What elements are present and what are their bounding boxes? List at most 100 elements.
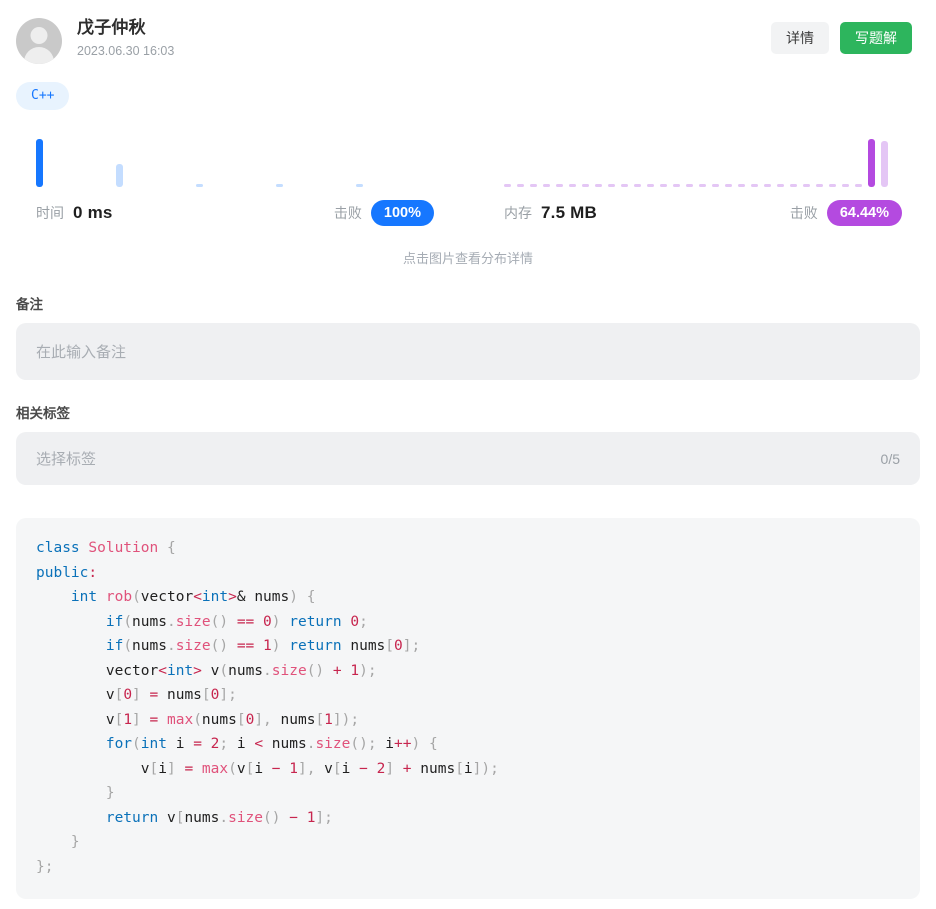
code-token: int [70, 589, 98, 605]
chart-bar [790, 184, 797, 187]
code-token: nums [132, 613, 167, 630]
time-stat-block[interactable]: 时间 0 ms 击败 100% [0, 132, 468, 226]
code-token: Solution [88, 540, 159, 556]
user-avatar-icon[interactable] [16, 18, 62, 64]
detail-button[interactable]: 详情 [771, 22, 829, 54]
source-code-block[interactable]: class Solution {public: int rob(vector<i… [16, 518, 920, 899]
code-token: : [88, 564, 98, 581]
code-token: () [306, 662, 325, 679]
chart-bar [582, 184, 589, 187]
code-token: ) [411, 736, 421, 752]
notes-input[interactable]: 在此输入备注 [16, 323, 920, 380]
code-token: i [228, 736, 255, 752]
chart-hint-text[interactable]: 点击图片查看分布详情 [0, 248, 936, 267]
code-token: . [219, 809, 229, 826]
code-token: == [236, 638, 255, 654]
chart-bar [738, 184, 745, 187]
code-token: [ [201, 687, 211, 703]
code-token: ] [132, 687, 141, 703]
code-token: 1 [123, 711, 133, 728]
code-token: ( [193, 711, 202, 728]
code-token: ); [359, 662, 377, 679]
code-token: > [193, 662, 202, 679]
code-token: v [36, 687, 115, 703]
code-line: }; [36, 855, 900, 880]
memory-distribution-chart[interactable] [504, 132, 902, 187]
code-token: size [175, 638, 211, 654]
code-token: { [428, 736, 438, 752]
code-token: size [315, 736, 351, 752]
code-token: 1 [324, 711, 333, 728]
code-token: . [166, 613, 176, 630]
code-line: if(nums.size() == 0) return 0; [36, 610, 900, 635]
user-name[interactable]: 戊子仲秋 [77, 17, 174, 39]
time-label: 时间 [36, 205, 64, 221]
memory-stat-block[interactable]: 内存 7.5 MB 击败 64.44% [468, 132, 936, 226]
code-token: ) [271, 638, 281, 654]
code-token: v [36, 711, 115, 728]
code-token: ( [132, 736, 141, 752]
chart-bar [276, 184, 283, 187]
chart-bar [868, 139, 875, 187]
code-line: int rob(vector<int>& nums) { [36, 585, 900, 610]
code-token: vector [105, 662, 159, 679]
submission-detail-page: 戊子仲秋 2023.06.30 16:03 详情 写题解 C++ 时间 0 ms… [0, 0, 936, 909]
stats-section: 时间 0 ms 击败 100% 内存 7.5 MB 击败 64.44% [0, 110, 936, 226]
code-line: } [36, 830, 900, 855]
code-line: class Solution { [36, 536, 900, 561]
code-line: public: [36, 561, 900, 586]
code-line: v[0] = nums[0]; [36, 683, 900, 708]
memory-beat-badge: 64.44% [826, 200, 902, 226]
code-token: if [105, 638, 124, 654]
time-distribution-chart[interactable] [36, 132, 434, 187]
code-line: vector<int> v(nums.size() + 1); [36, 659, 900, 684]
code-token: int [166, 662, 194, 679]
code-token: i [158, 760, 167, 777]
code-token: } [105, 785, 115, 801]
tags-input[interactable]: 选择标签 0/5 [16, 432, 920, 485]
code-token: }; [36, 858, 54, 875]
code-token: { [166, 540, 176, 556]
code-token: 0 [263, 613, 272, 630]
code-token: ; [359, 613, 368, 630]
write-solution-button[interactable]: 写题解 [840, 22, 912, 54]
code-token: v [315, 760, 333, 777]
chart-bar [686, 184, 693, 187]
code-token: [ [455, 760, 464, 777]
code-token: (); [350, 736, 377, 752]
chart-bar [673, 184, 680, 187]
chart-bar [543, 184, 550, 187]
code-token: public [36, 564, 89, 581]
code-token: v [201, 662, 220, 679]
code-token: = [149, 711, 159, 728]
code-token: > [228, 589, 237, 605]
language-chip[interactable]: C++ [16, 82, 70, 110]
code-token: nums [271, 711, 316, 728]
code-token: i [254, 760, 272, 777]
chart-bar [517, 184, 524, 187]
code-token: == [236, 613, 255, 630]
code-token: max [166, 711, 194, 728]
code-token: ], [297, 760, 316, 777]
code-token: = [184, 760, 194, 777]
code-token: ]; [219, 687, 237, 703]
code-token: v [236, 760, 246, 777]
code-line: for(int i = 2; i < nums.size(); i++) { [36, 732, 900, 757]
code-token: < [158, 662, 167, 679]
code-token: nums [132, 638, 167, 654]
